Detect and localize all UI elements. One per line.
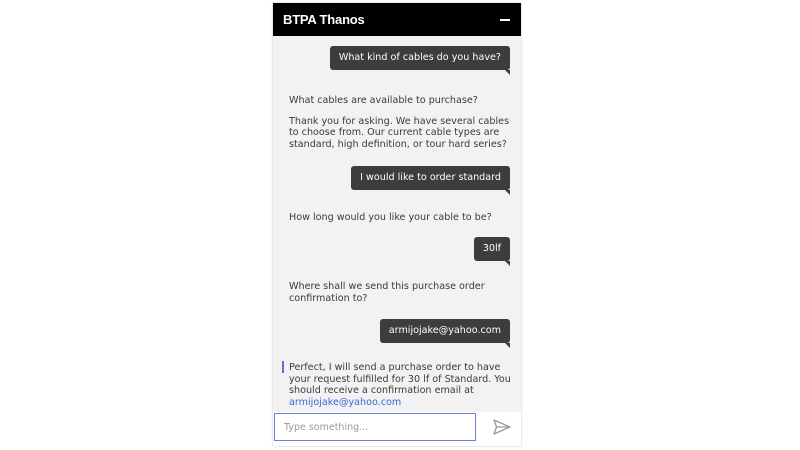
chat-header: BTPA Thanos [273,3,521,36]
message-text: Thank you for asking. We have several ca… [289,115,510,150]
message-text: What kind of cables do you have? [338,52,501,63]
chat-window: BTPA Thanos What kind of cables do you h… [273,3,521,446]
bot-message: What cables are available to purchase? T… [289,95,511,150]
bot-message: Where shall we send this purchase order … [289,281,511,304]
composer [273,412,521,446]
email-link[interactable]: armijojake@yahoo.com [289,397,401,408]
user-message: What kind of cables do you have? [329,46,511,75]
send-button[interactable] [489,414,515,440]
minus-icon [500,19,510,21]
user-message: armijojake@yahoo.com [379,319,511,348]
message-text: Where shall we send this purchase order … [289,281,485,304]
user-message: 30lf [473,237,511,266]
minimize-button[interactable] [499,13,511,25]
message-text: 30lf [482,243,501,254]
message-text: What cables are available to purchase? [289,95,478,106]
send-icon [493,419,511,435]
message-text: armijojake@yahoo.com [388,325,501,336]
message-text: How long would you like your cable to be… [289,212,492,223]
message-input[interactable] [274,413,476,441]
focus-indicator [282,361,284,373]
user-message: I would like to order standard [351,166,510,195]
bot-message: How long would you like your cable to be… [289,212,511,224]
message-text: Perfect, I will send a purchase order to… [289,362,511,408]
message-text: I would like to order standard [360,172,501,183]
message-text-part: Perfect, I will send a purchase order to… [289,362,511,396]
message-list[interactable]: What kind of cables do you have? What ca… [273,36,521,412]
bot-message: Perfect, I will send a purchase order to… [289,362,511,408]
chat-title: BTPA Thanos [283,12,365,27]
